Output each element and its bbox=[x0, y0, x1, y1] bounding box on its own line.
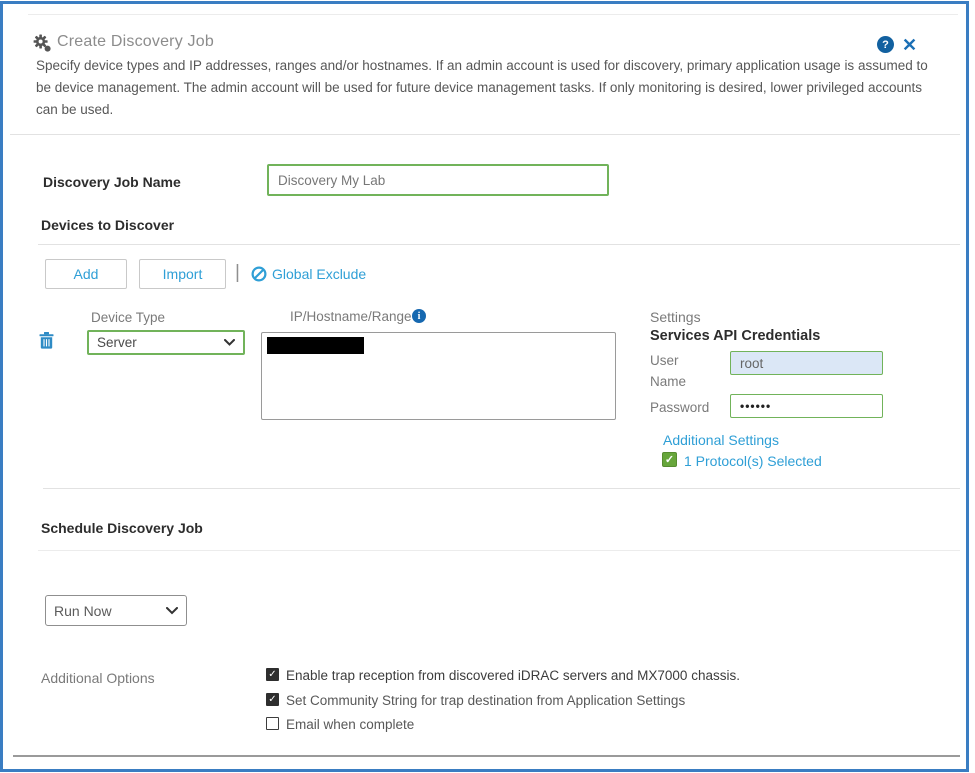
credentials-heading: Services API Credentials bbox=[650, 328, 820, 344]
global-exclude-link[interactable]: Global Exclude bbox=[272, 266, 366, 282]
close-icon[interactable]: ✕ bbox=[902, 36, 917, 54]
user-name-value: root bbox=[740, 356, 763, 371]
trap-reception-checkbox[interactable]: ✓ bbox=[266, 668, 279, 681]
option-row: Email when complete bbox=[266, 717, 414, 732]
schedule-top-divider bbox=[43, 488, 960, 489]
community-string-label: Set Community String for trap destinatio… bbox=[286, 693, 685, 708]
schedule-value: Run Now bbox=[54, 603, 112, 619]
password-label: Password bbox=[650, 400, 709, 415]
email-complete-checkbox[interactable] bbox=[266, 717, 279, 730]
password-input[interactable]: •••••• bbox=[730, 394, 883, 418]
create-discovery-job-dialog: Create Discovery Job ? ✕ Specify device … bbox=[0, 1, 969, 772]
redacted-ip-value bbox=[267, 337, 364, 354]
delete-row-icon[interactable] bbox=[39, 332, 54, 354]
job-name-value: Discovery My Lab bbox=[278, 173, 385, 188]
dialog-description: Specify device types and IP addresses, r… bbox=[36, 55, 944, 121]
trap-reception-label: Enable trap reception from discovered iD… bbox=[286, 668, 740, 683]
device-type-select[interactable]: Server bbox=[87, 330, 245, 355]
devices-divider bbox=[38, 244, 960, 245]
top-rule bbox=[28, 14, 958, 15]
bottom-divider bbox=[13, 755, 960, 757]
info-icon[interactable]: i bbox=[412, 309, 426, 323]
ip-hostname-label: IP/Hostname/Range bbox=[290, 309, 412, 324]
chevron-down-icon bbox=[166, 607, 178, 615]
add-button[interactable]: Add bbox=[45, 259, 127, 289]
option-row: ✓ Set Community String for trap destinat… bbox=[266, 693, 685, 708]
ip-hostname-textarea[interactable] bbox=[261, 332, 616, 420]
schedule-select[interactable]: Run Now bbox=[45, 595, 187, 626]
password-value: •••••• bbox=[740, 399, 771, 413]
settings-label: Settings bbox=[650, 309, 701, 325]
job-name-label: Discovery Job Name bbox=[43, 174, 181, 190]
device-type-value: Server bbox=[97, 335, 137, 350]
user-name-input[interactable]: root bbox=[730, 351, 883, 375]
jobs-gear-icon bbox=[33, 34, 51, 57]
devices-heading: Devices to Discover bbox=[41, 217, 174, 233]
import-button[interactable]: Import bbox=[139, 259, 226, 289]
additional-options-label: Additional Options bbox=[41, 670, 155, 686]
header-divider bbox=[10, 134, 960, 135]
toolbar-separator: | bbox=[235, 262, 240, 284]
protocols-selected-link[interactable]: 1 Protocol(s) Selected bbox=[684, 453, 822, 469]
dialog-title: Create Discovery Job bbox=[57, 33, 214, 51]
additional-settings-link[interactable]: Additional Settings bbox=[663, 432, 779, 448]
option-row: ✓ Enable trap reception from discovered … bbox=[266, 668, 740, 683]
email-complete-label: Email when complete bbox=[286, 717, 414, 732]
device-type-label: Device Type bbox=[91, 310, 165, 325]
protocols-checkbox[interactable]: ✓ bbox=[662, 452, 677, 467]
job-name-input[interactable]: Discovery My Lab bbox=[267, 164, 609, 196]
schedule-heading: Schedule Discovery Job bbox=[41, 520, 203, 536]
chevron-down-icon bbox=[224, 339, 235, 346]
schedule-divider bbox=[38, 550, 960, 551]
global-exclude-icon[interactable] bbox=[251, 266, 267, 287]
help-icon[interactable]: ? bbox=[877, 36, 894, 53]
user-name-label: User Name bbox=[650, 351, 712, 393]
community-string-checkbox[interactable]: ✓ bbox=[266, 693, 279, 706]
